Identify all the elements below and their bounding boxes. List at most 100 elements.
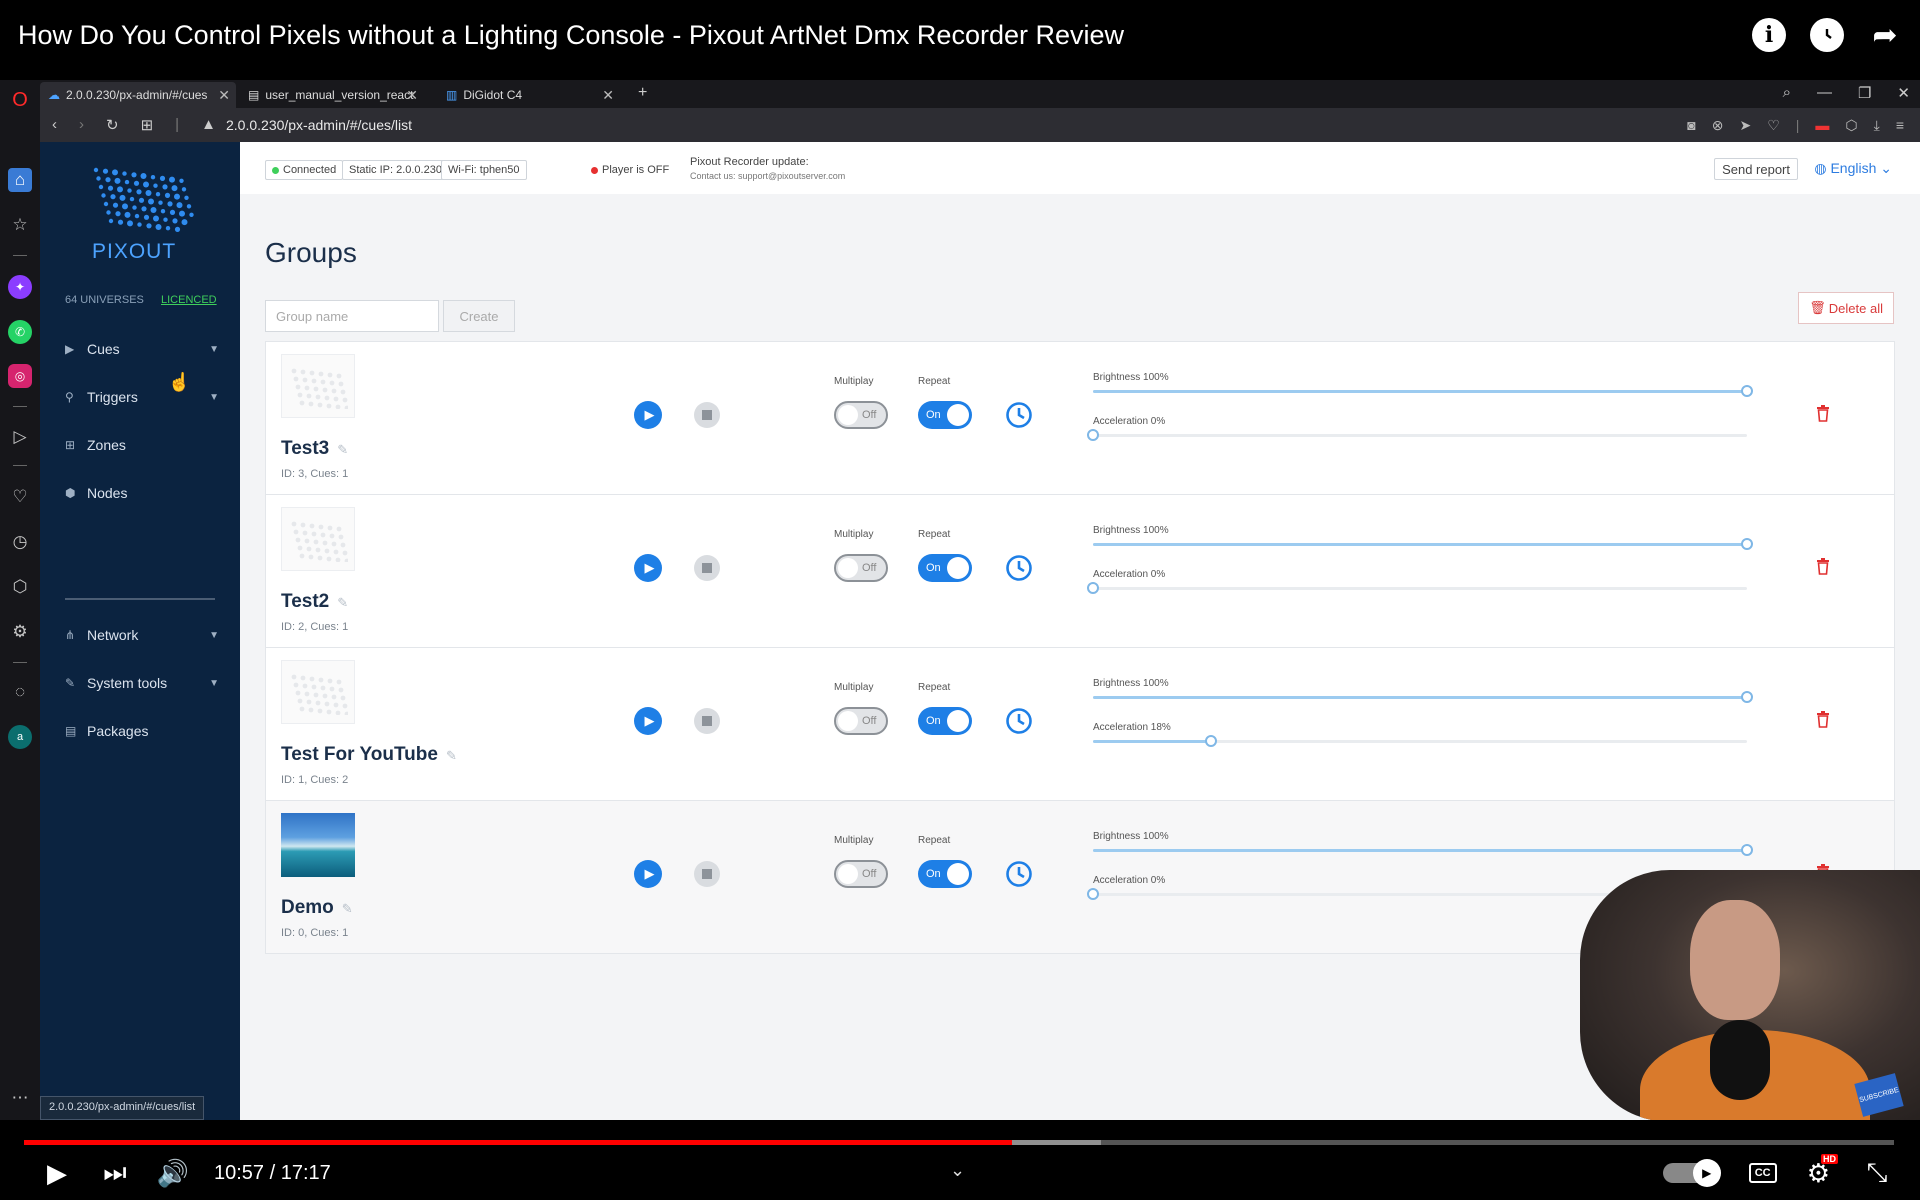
menu-icon[interactable]: ≡ <box>1896 117 1904 134</box>
group-thumbnail[interactable] <box>281 660 355 724</box>
next-icon[interactable]: ⏭ <box>98 1157 132 1189</box>
slider-handle[interactable] <box>1087 888 1099 900</box>
licence-status[interactable]: LICENCED <box>161 294 217 306</box>
more-icon[interactable]: ⋯ <box>8 1086 32 1110</box>
edit-icon[interactable]: ✎ <box>337 442 348 457</box>
forward-icon[interactable]: › <box>79 116 84 134</box>
multiplay-toggle[interactable]: Off <box>834 554 888 582</box>
repeat-toggle[interactable]: On <box>918 707 972 735</box>
multiplay-toggle[interactable]: Off <box>834 860 888 888</box>
sidebar-item-packages[interactable]: ▤ Packages <box>65 719 225 743</box>
language-select[interactable]: ◍ English ⌄ <box>1814 160 1892 177</box>
close-tab-icon[interactable]: ✕ <box>406 87 418 104</box>
settings-icon[interactable]: ⚙ HD <box>1807 1153 1838 1189</box>
create-button[interactable]: Create <box>443 300 515 332</box>
tab-manual[interactable]: ▤ user_manual_version_react ✕ <box>240 82 424 108</box>
heart-icon[interactable]: ♡ <box>1767 117 1780 134</box>
lightbulb-icon[interactable]: ◌ <box>8 680 32 704</box>
download-icon[interactable]: ⤓ <box>1874 117 1880 134</box>
opera-logo-icon[interactable]: O <box>8 88 32 112</box>
schedule-clock-icon[interactable] <box>1005 401 1033 429</box>
schedule-clock-icon[interactable] <box>1005 860 1033 888</box>
volume-icon[interactable]: 🔊 <box>156 1158 190 1189</box>
stop-icon[interactable] <box>694 402 720 428</box>
tab-pixout[interactable]: ☁ 2.0.0.230/px-admin/#/cues ✕ <box>40 82 236 108</box>
block-icon[interactable]: ⊗ <box>1712 117 1724 134</box>
trash-icon[interactable] <box>1815 710 1831 728</box>
schedule-clock-icon[interactable] <box>1005 554 1033 582</box>
whatsapp-icon[interactable]: ✆ <box>8 320 32 344</box>
brightness-slider[interactable] <box>1093 384 1753 398</box>
slider-handle[interactable] <box>1741 844 1753 856</box>
reload-icon[interactable]: ↻ <box>106 116 119 134</box>
player-icon[interactable]: ▷ <box>8 425 32 449</box>
acceleration-slider[interactable] <box>1087 428 1747 442</box>
acceleration-slider[interactable] <box>1093 734 1747 748</box>
send-report-button[interactable]: Send report <box>1714 158 1798 180</box>
home-icon[interactable]: ⌂ <box>8 168 32 192</box>
play-icon[interactable]: ▶ <box>634 554 662 582</box>
delete-all-button[interactable]: 🗑 Delete all <box>1798 292 1894 324</box>
slider-handle[interactable] <box>1087 429 1099 441</box>
trash-icon[interactable] <box>1815 404 1831 422</box>
play-icon[interactable]: ▶ <box>40 1158 74 1189</box>
camera-icon[interactable]: ◙ <box>1687 117 1695 134</box>
stop-icon[interactable] <box>694 861 720 887</box>
sidebar-item-cues[interactable]: ▶ Cues ▼ <box>65 337 225 361</box>
cube-icon[interactable]: ⬡ <box>8 575 32 599</box>
tab-digidot[interactable]: ▥ DiGidot C4 ✕ <box>438 82 620 108</box>
instagram-icon[interactable]: ◎ <box>8 364 32 388</box>
exit-fullscreen-icon[interactable]: ⤡ <box>1860 1157 1894 1189</box>
watch-later-icon[interactable] <box>1810 18 1844 52</box>
aria-icon[interactable]: a <box>8 725 32 749</box>
brightness-slider[interactable] <box>1093 690 1753 704</box>
play-icon[interactable]: ▶ <box>634 707 662 735</box>
star-icon[interactable]: ☆ <box>8 213 32 237</box>
play-icon[interactable]: ▶ <box>634 401 662 429</box>
trash-icon[interactable] <box>1815 557 1831 575</box>
autoplay-toggle[interactable]: ▶ <box>1662 1159 1721 1187</box>
slider-handle[interactable] <box>1087 582 1099 594</box>
minimize-icon[interactable]: — <box>1817 84 1832 102</box>
acceleration-slider[interactable] <box>1087 581 1747 595</box>
restore-icon[interactable]: ❐ <box>1858 84 1871 102</box>
stop-icon[interactable] <box>694 555 720 581</box>
repeat-toggle[interactable]: On <box>918 401 972 429</box>
slider-handle[interactable] <box>1204 735 1217 747</box>
cube-icon[interactable]: ⬡ <box>1845 117 1857 134</box>
history-icon[interactable]: ◷ <box>8 530 32 554</box>
group-name-input[interactable] <box>265 300 439 332</box>
tab-search-icon[interactable]: ⌕ <box>1783 84 1791 102</box>
group-thumbnail[interactable] <box>281 354 355 418</box>
close-window-icon[interactable]: ✕ <box>1897 84 1910 102</box>
repeat-toggle[interactable]: On <box>918 554 972 582</box>
close-tab-icon[interactable]: ✕ <box>218 87 230 104</box>
slider-handle[interactable] <box>1741 691 1753 703</box>
edit-icon[interactable]: ✎ <box>337 595 348 610</box>
info-icon[interactable]: i <box>1752 18 1786 52</box>
sidebar-item-nodes[interactable]: ⬢ Nodes <box>65 481 225 505</box>
messenger-icon[interactable]: ✦ <box>8 275 32 299</box>
new-tab-icon[interactable]: + <box>638 84 647 102</box>
captions-button[interactable]: CC <box>1748 1163 1777 1183</box>
url-field[interactable]: 2.0.0.230/px-admin/#/cues/list <box>226 117 412 133</box>
settings-icon[interactable]: ⚙ <box>8 620 32 644</box>
send-icon[interactable]: ➤ <box>1739 117 1751 134</box>
group-thumbnail[interactable] <box>281 507 355 571</box>
schedule-clock-icon[interactable] <box>1005 707 1033 735</box>
close-tab-icon[interactable]: ✕ <box>602 87 614 104</box>
edit-icon[interactable]: ✎ <box>342 901 353 916</box>
play-icon[interactable]: ▶ <box>634 860 662 888</box>
back-icon[interactable]: ‹ <box>52 116 57 134</box>
slider-handle[interactable] <box>1741 538 1753 550</box>
multiplay-toggle[interactable]: Off <box>834 707 888 735</box>
sidebar-item-triggers[interactable]: ⚲ Triggers ▼ <box>65 385 225 409</box>
brightness-slider[interactable] <box>1093 843 1753 857</box>
repeat-toggle[interactable]: On <box>918 860 972 888</box>
sidebar-item-system-tools[interactable]: ✎ System tools ▼ <box>65 671 225 695</box>
group-thumbnail-photo[interactable] <box>281 813 355 877</box>
extension-icon[interactable]: ▬ <box>1815 117 1829 134</box>
brightness-slider[interactable] <box>1093 537 1753 551</box>
slider-handle[interactable] <box>1741 385 1753 397</box>
stop-icon[interactable] <box>694 708 720 734</box>
